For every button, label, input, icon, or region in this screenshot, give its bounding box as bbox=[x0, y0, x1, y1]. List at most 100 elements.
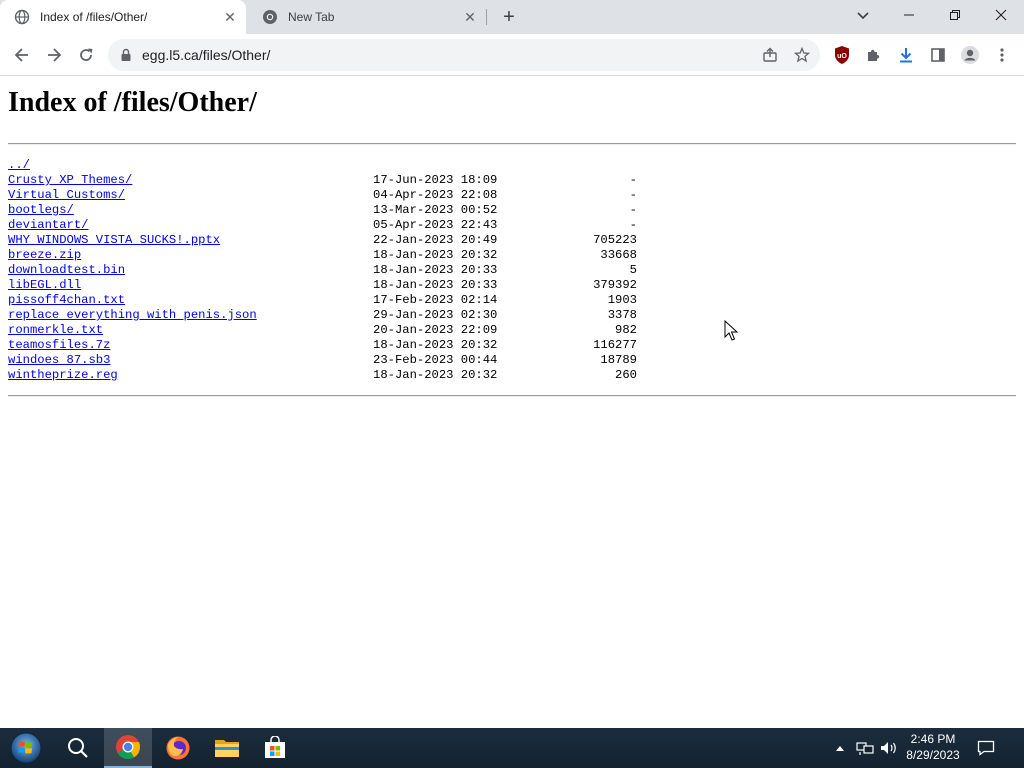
notifications-icon[interactable] bbox=[974, 728, 998, 768]
divider bbox=[8, 143, 1016, 145]
globe-icon bbox=[14, 9, 30, 25]
arrow-right-icon bbox=[48, 48, 62, 62]
file-size: 705223 bbox=[593, 233, 637, 247]
listing-row: libEGL.dll 18-Jan-2023 20:33 379392 bbox=[8, 278, 648, 293]
file-size: - bbox=[629, 173, 637, 187]
mouse-cursor-icon bbox=[724, 320, 738, 341]
modified-date: 18-Jan-2023 20:32 bbox=[373, 248, 498, 262]
svg-text:uO: uO bbox=[837, 53, 847, 60]
listing-row: downloadtest.bin 18-Jan-2023 20:33 5 bbox=[8, 263, 648, 278]
file-link[interactable]: ronmerkle.txt bbox=[8, 323, 103, 338]
close-tab-icon[interactable]: ✕ bbox=[460, 7, 480, 27]
taskbar-file-explorer[interactable] bbox=[203, 728, 251, 768]
file-link[interactable]: libEGL.dll bbox=[8, 278, 81, 293]
url-text[interactable]: egg.l5.ca/files/Other/ bbox=[142, 47, 270, 63]
directory-link[interactable]: bootlegs/ bbox=[8, 203, 74, 218]
start-button[interactable] bbox=[2, 728, 50, 768]
file-size: 33668 bbox=[600, 248, 637, 262]
side-panel-icon[interactable] bbox=[926, 43, 950, 67]
file-size: 116277 bbox=[593, 338, 637, 352]
modified-date: 23-Feb-2023 00:44 bbox=[373, 353, 498, 367]
minimize-icon bbox=[904, 14, 914, 16]
modified-date: 22-Jan-2023 20:49 bbox=[373, 233, 498, 247]
download-icon[interactable] bbox=[894, 43, 918, 67]
listing-row: ../ bbox=[8, 158, 648, 173]
page-content: Index of /files/Other/ ../Crusty XP Them… bbox=[0, 77, 1024, 728]
tab-new-tab[interactable]: New Tab ✕ bbox=[248, 0, 486, 34]
listing-row: teamosfiles.7z 18-Jan-2023 20:32 116277 bbox=[8, 338, 648, 353]
file-link[interactable]: teamosfiles.7z bbox=[8, 338, 110, 353]
chevron-down-icon bbox=[857, 12, 869, 20]
directory-link[interactable]: Crusty XP Themes/ bbox=[8, 173, 132, 188]
listing-row: Crusty XP Themes/17-Jun-2023 18:09 - bbox=[8, 173, 648, 188]
chrome-icon bbox=[262, 9, 278, 25]
taskbar: 2:46 PM 8/29/2023 bbox=[0, 728, 1024, 768]
new-tab-button[interactable]: + bbox=[497, 5, 521, 29]
modified-date: 04-Apr-2023 22:08 bbox=[373, 188, 498, 202]
tab-index-files-other[interactable]: Index of /files/Other/ ✕ bbox=[0, 0, 246, 34]
listing-row: deviantart/05-Apr-2023 22:43 - bbox=[8, 218, 648, 233]
file-size: 5 bbox=[629, 263, 637, 277]
restore-button[interactable] bbox=[932, 0, 978, 30]
directory-link[interactable]: ../ bbox=[8, 158, 30, 173]
file-size: 1903 bbox=[607, 293, 637, 307]
listing-row: WHY WINDOWS VISTA SUCKS!.pptx 22-Jan-2023… bbox=[8, 233, 648, 248]
tab-strip: Index of /files/Other/ ✕ New Tab ✕ + bbox=[0, 0, 1024, 34]
extensions-puzzle-icon[interactable] bbox=[862, 43, 886, 67]
listing-row: pissoff4chan.txt 17-Feb-2023 02:14 1903 bbox=[8, 293, 648, 308]
chrome-icon bbox=[116, 735, 141, 760]
search-button[interactable] bbox=[54, 728, 102, 768]
tab-search-button[interactable] bbox=[850, 3, 876, 29]
taskbar-chrome[interactable] bbox=[104, 728, 152, 768]
browser-toolbar: egg.l5.ca/files/Other/ uO bbox=[0, 34, 1024, 76]
modified-date: 17-Jun-2023 18:09 bbox=[373, 173, 498, 187]
file-explorer-icon bbox=[215, 740, 239, 757]
file-size: - bbox=[629, 218, 637, 232]
file-size: - bbox=[629, 203, 637, 217]
network-icon[interactable] bbox=[854, 728, 876, 768]
listing-row: Virtual Customs/04-Apr-2023 22:08 - bbox=[8, 188, 648, 203]
modified-date: 13-Mar-2023 00:52 bbox=[373, 203, 498, 217]
reload-button[interactable] bbox=[72, 41, 100, 69]
listing-row: bootlegs/13-Mar-2023 00:52 - bbox=[8, 203, 648, 218]
taskbar-clock[interactable]: 2:46 PM 8/29/2023 bbox=[896, 731, 970, 763]
modified-date: 20-Jan-2023 22:09 bbox=[373, 323, 498, 337]
lock-icon[interactable] bbox=[120, 48, 132, 67]
divider bbox=[8, 395, 1016, 397]
show-hidden-icons-button[interactable] bbox=[832, 728, 848, 768]
taskbar-firefox[interactable] bbox=[154, 728, 202, 768]
forward-button[interactable] bbox=[40, 41, 68, 69]
directory-link[interactable]: deviantart/ bbox=[8, 218, 88, 233]
address-bar[interactable]: egg.l5.ca/files/Other/ bbox=[108, 39, 820, 71]
modified-date: 18-Jan-2023 20:32 bbox=[373, 368, 498, 382]
kebab-menu-icon[interactable] bbox=[990, 43, 1014, 67]
profile-avatar-icon[interactable] bbox=[958, 43, 982, 67]
minimize-button[interactable] bbox=[886, 0, 932, 30]
close-window-button[interactable] bbox=[978, 0, 1024, 30]
file-size: - bbox=[629, 188, 637, 202]
bookmark-star-icon[interactable] bbox=[792, 45, 812, 65]
file-link[interactable]: windoes 87.sb3 bbox=[8, 353, 110, 368]
file-link[interactable]: wintheprize.reg bbox=[8, 368, 118, 383]
search-icon bbox=[68, 738, 88, 758]
modified-date: 18-Jan-2023 20:33 bbox=[373, 278, 498, 292]
restore-icon bbox=[950, 10, 960, 20]
tab-separator bbox=[486, 9, 487, 25]
page-title: Index of /files/Other/ bbox=[8, 87, 257, 118]
close-tab-icon[interactable]: ✕ bbox=[220, 7, 240, 27]
file-link[interactable]: downloadtest.bin bbox=[8, 263, 125, 278]
file-link[interactable]: WHY WINDOWS VISTA SUCKS!.pptx bbox=[8, 233, 220, 248]
back-button[interactable] bbox=[8, 41, 36, 69]
start-orb-icon bbox=[10, 732, 42, 764]
listing-row: ronmerkle.txt 20-Jan-2023 22:09 982 bbox=[8, 323, 648, 338]
store-icon bbox=[265, 736, 285, 758]
directory-link[interactable]: Virtual Customs/ bbox=[8, 188, 125, 203]
file-link[interactable]: breeze.zip bbox=[8, 248, 81, 263]
file-link[interactable]: pissoff4chan.txt bbox=[8, 293, 125, 308]
file-link[interactable]: replace everything with penis.json bbox=[8, 308, 257, 323]
taskbar-store[interactable] bbox=[251, 728, 299, 768]
arrow-left-icon bbox=[14, 48, 28, 62]
ublock-origin-icon[interactable]: uO bbox=[830, 43, 854, 67]
share-icon[interactable] bbox=[760, 45, 780, 65]
file-size: 982 bbox=[615, 323, 637, 337]
